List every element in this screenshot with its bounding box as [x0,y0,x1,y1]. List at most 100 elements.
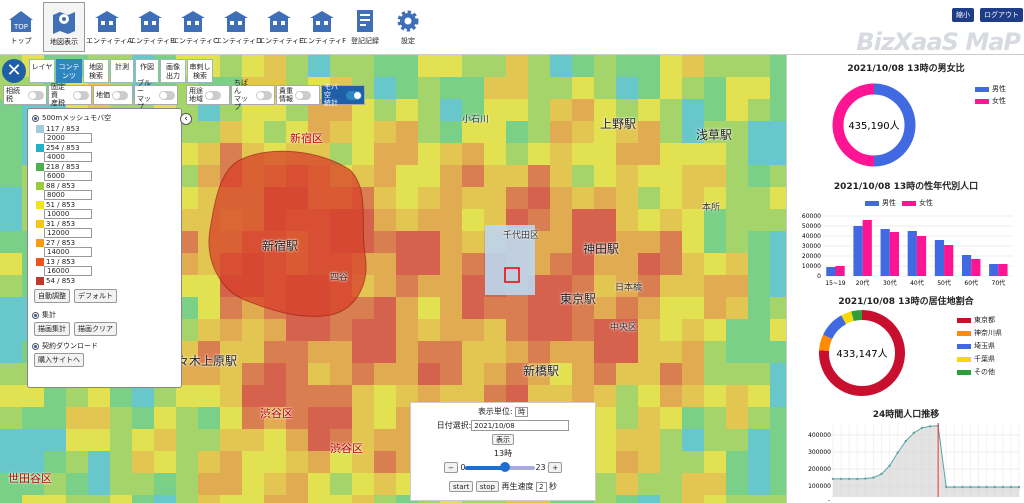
mesh-cell [506,341,528,363]
legend-threshold-input[interactable]: 2000 [44,133,92,143]
toggle-switch[interactable] [159,90,175,100]
legend-threshold-input[interactable]: 14000 [44,247,92,257]
mesh-cell [550,99,572,121]
mesh-cell [440,297,462,319]
speed-select[interactable]: 2 [536,482,547,492]
start-button[interactable]: start [448,481,474,492]
stop-button[interactable]: stop [475,481,499,492]
legend-threshold-input[interactable]: 10000 [44,209,92,219]
toggle-valuable-info[interactable]: 貴重 情報 [276,85,320,105]
close-toolbar-button[interactable]: ✕ [2,59,26,83]
mesh-cell [440,55,462,77]
auto-adjust-button[interactable]: 自動調整 [34,289,70,303]
nav-entity-a[interactable]: エンティティA [86,2,132,52]
legend-row: 218 / 853 [36,162,177,171]
building-icon [224,11,248,32]
toggle-chiban-map[interactable]: ちばん マップ [231,79,275,111]
data-point [1017,485,1021,489]
toggle-switch[interactable] [295,90,311,100]
nav-entity-c[interactable]: エンティティC [172,2,218,52]
draw-clear-button[interactable]: 描画クリア [74,322,117,336]
mesh-cell [770,121,786,143]
legend-text: 千葉県 [974,355,995,363]
mesh-cell [748,121,770,143]
minus-button[interactable]: − [443,462,458,473]
toggle-land-price[interactable]: 地価 [93,85,133,105]
toggle-inheritance-tax[interactable]: 相続税 [3,85,47,105]
plus-button[interactable]: + [548,462,563,473]
shrink-button[interactable]: 縮小 [952,8,974,22]
slider-knob[interactable] [500,461,510,472]
toggle-switch[interactable] [205,90,221,100]
toggle-switch[interactable] [112,90,128,100]
nav-label: エンティティF [301,37,347,45]
toggle-blue-map[interactable]: ブルー マップ [134,79,178,111]
tab-image-export[interactable]: 画像 出力 [160,59,186,83]
mesh-cell [374,495,396,503]
mesh-cell [286,473,308,495]
radio-indicator[interactable] [32,311,39,319]
map-place-label: 東京駅 [560,292,597,306]
mesh-cell [198,451,220,473]
mesh-cell [264,55,286,77]
nav-entity-d[interactable]: エンティティD [215,2,262,52]
logout-button[interactable]: ログアウト [980,8,1023,22]
toggle-property-tax[interactable]: 固定資 産税 [48,83,92,107]
tally-radio[interactable]: 集計 [32,310,177,320]
tab-cross-search[interactable]: 串刺し 検索 [187,59,213,83]
mesh-cell [484,297,506,319]
toggle-zoning[interactable]: 用途 地域 [186,85,230,105]
toggle-switch[interactable] [73,90,89,100]
default-button[interactable]: デフォルト [74,289,117,303]
toggle-switch[interactable] [28,90,44,100]
draw-tally-button[interactable]: 描画集計 [34,322,70,336]
nav-entity-b[interactable]: エンティティB [129,2,175,52]
unit-select[interactable]: 時 [515,407,529,417]
legend-threshold-input[interactable]: 4000 [44,152,92,162]
toggle-switch[interactable] [256,90,272,100]
tab-contents[interactable]: コンテンツ [56,59,82,83]
mesh-cell [616,253,638,275]
map-place-label: 四谷 [330,273,349,283]
date-input[interactable]: 2021/10/08 [471,420,570,431]
legend-count: 27 / 853 [46,238,76,247]
collapse-panel-button[interactable]: ‹ [180,113,192,125]
mesh-cell [484,143,506,165]
tab-measure[interactable]: 計測 [110,59,134,83]
toggle-mobile-stats[interactable]: モバ空 統計 [321,83,365,107]
mesh-radio[interactable]: 500mメッシュモバ空 [32,113,177,123]
hour-slider[interactable] [465,461,536,472]
nav-settings[interactable]: 設定 [387,2,429,52]
nav-top[interactable]: TOP トップ [0,2,42,52]
mesh-cell [770,385,786,407]
legend-count: 51 / 853 [46,200,76,209]
nav-label: エンティティD [215,37,262,45]
data-point [839,477,843,481]
mesh-cell [704,297,726,319]
radio-indicator[interactable] [32,114,39,122]
y-tick-label: 30000 [802,243,821,250]
nav-entity-e[interactable]: エンティティE [258,2,304,52]
legend-threshold-input[interactable]: 12000 [44,228,92,238]
show-button[interactable]: 表示 [492,434,514,445]
mesh-cell [660,143,682,165]
nav-entity-f[interactable]: エンティティF [301,2,347,52]
mesh-cell [374,473,396,495]
download-radio[interactable]: 契約ダウンロード [32,341,177,351]
tab-layer[interactable]: レイヤ [29,59,55,83]
radio-indicator[interactable] [32,342,39,350]
tab-map-search[interactable]: 地図 検索 [83,59,109,83]
legend-row: 54 / 853 [36,276,177,285]
data-point [993,485,996,489]
mesh-cell [528,297,550,319]
legend-threshold-input[interactable]: 6000 [44,171,92,181]
legend-threshold-input[interactable]: 8000 [44,190,92,200]
mesh-cell [264,451,286,473]
data-point [985,485,988,489]
nav-map[interactable]: 地図表示 [43,2,85,52]
mesh-cell [638,341,660,363]
nav-register[interactable]: 登記記録 [344,2,386,52]
legend-threshold-input[interactable]: 16000 [44,266,92,276]
purchase-site-button[interactable]: 購入サイトへ [34,353,84,367]
toggle-switch[interactable] [346,90,362,100]
